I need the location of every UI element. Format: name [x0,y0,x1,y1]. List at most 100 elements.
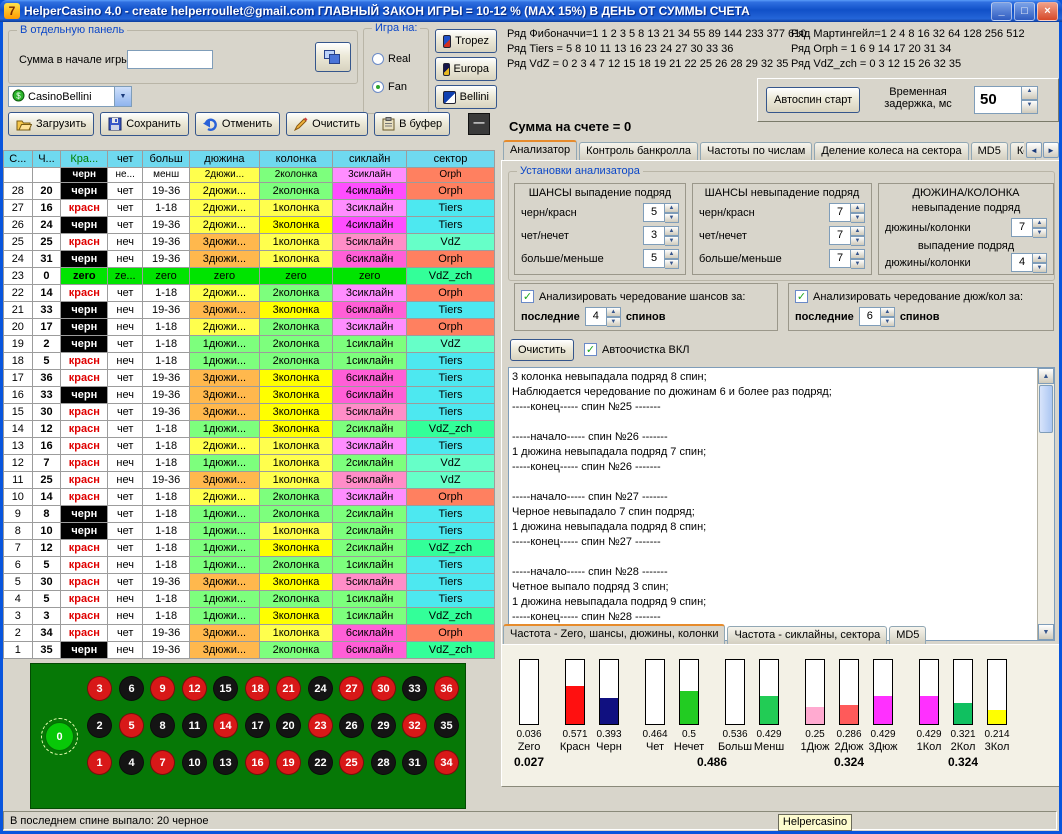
spinner-up-icon[interactable]: ▲ [665,249,679,259]
spinner-up-icon[interactable]: ▲ [1033,253,1047,263]
roulette-number-18[interactable]: 18 [245,676,270,701]
spinner-down-icon[interactable]: ▼ [881,317,895,327]
roulette-number-23[interactable]: 23 [308,713,333,738]
roulette-number-14[interactable]: 14 [213,713,238,738]
Очистить-button[interactable]: Очистить [286,112,368,136]
spinner-up-icon[interactable]: ▲ [851,203,865,213]
roulette-number-20[interactable]: 20 [276,713,301,738]
roulette-number-25[interactable]: 25 [339,750,364,775]
roulette-number-33[interactable]: 33 [402,676,427,701]
roulette-number-27[interactable]: 27 [339,676,364,701]
spinner-value[interactable]: 4 [585,307,607,326]
close-button[interactable]: × [1037,2,1058,21]
spinner-down-icon[interactable]: ▼ [851,213,865,223]
casino-select[interactable]: $ CasinoBellini ▼ [8,86,132,107]
roulette-number-34[interactable]: 34 [434,750,459,775]
roulette-number-17[interactable]: 17 [245,713,270,738]
roulette-number-36[interactable]: 36 [434,676,459,701]
spinner-up-icon[interactable]: ▲ [851,226,865,236]
spinner-down-icon[interactable]: ▼ [851,259,865,269]
roulette-number-13[interactable]: 13 [213,750,238,775]
spinner-value[interactable]: 7 [829,226,851,245]
spinner-down-icon[interactable]: ▼ [607,317,621,327]
minimize-button[interactable]: _ [991,2,1012,21]
casino-button-Bellini[interactable]: Bellini [435,85,497,109]
radio-real-icon[interactable] [372,53,384,65]
tab-MD5[interactable]: MD5 [971,142,1008,160]
spinner-down-icon[interactable]: ▼ [851,236,865,246]
tab-Частоты по числам[interactable]: Частоты по числам [700,142,812,160]
roulette-number-19[interactable]: 19 [276,750,301,775]
scrollbar-thumb[interactable] [1039,385,1053,433]
radio-fan-icon[interactable] [372,81,384,93]
analyzer-setting-spinner[interactable]: 3▲▼ [643,226,679,245]
spinner-up-icon[interactable]: ▲ [1022,86,1038,100]
maximize-button[interactable]: □ [1014,2,1035,21]
Сохранить-button[interactable]: Сохранить [100,112,189,136]
analyzer-setting-spinner[interactable]: 5▲▼ [643,249,679,268]
collapse-button[interactable]: — [468,113,490,135]
analyzer-setting-spinner[interactable]: 7▲▼ [829,249,865,268]
autospin-start-button[interactable]: Автоспин старт [766,87,860,113]
roulette-number-32[interactable]: 32 [402,713,427,738]
spinner-up-icon[interactable]: ▲ [1033,218,1047,228]
roulette-number-31[interactable]: 31 [402,750,427,775]
tab-Деление колеса на сектора[interactable]: Деление колеса на сектора [814,142,968,160]
taskbar-label[interactable]: Helpercasino [778,814,852,831]
start-sum-input[interactable] [127,50,213,69]
spinner-down-icon[interactable]: ▼ [1022,100,1038,114]
autoclear-checkbox[interactable]: ✓ [584,343,597,356]
spinner-up-icon[interactable]: ▲ [881,307,895,317]
radio-fan[interactable]: Fan [372,81,407,93]
spinner-value[interactable]: 5 [643,203,665,222]
roulette-number-4[interactable]: 4 [119,750,144,775]
last-spins-spinner-2[interactable]: 6▲▼ [859,307,895,326]
dozen-hit-spinner[interactable]: 4▲▼ [1011,253,1047,272]
roulette-number-6[interactable]: 6 [119,676,144,701]
spinner-down-icon[interactable]: ▼ [665,213,679,223]
roulette-number-1[interactable]: 1 [87,750,112,775]
roulette-number-21[interactable]: 21 [276,676,301,701]
tab-MD5[interactable]: MD5 [889,626,926,644]
roulette-number-22[interactable]: 22 [308,750,333,775]
spinner-value[interactable]: 7 [829,249,851,268]
detach-panel-button[interactable] [315,42,351,72]
roulette-number-0[interactable]: 0 [45,722,74,751]
analyzer-clear-button[interactable]: Очистить [510,339,574,361]
casino-button-Europa[interactable]: Europa [435,57,497,81]
roulette-number-9[interactable]: 9 [150,676,175,701]
tab-scroll-left-icon[interactable]: ◄ [1026,142,1042,158]
spinner-up-icon[interactable]: ▲ [665,226,679,236]
roulette-number-7[interactable]: 7 [150,750,175,775]
roulette-number-2[interactable]: 2 [87,713,112,738]
roulette-number-35[interactable]: 35 [434,713,459,738]
roulette-number-30[interactable]: 30 [371,676,396,701]
roulette-number-10[interactable]: 10 [182,750,207,775]
scroll-up-icon[interactable]: ▲ [1038,368,1054,384]
tab-Частота - сиклайны, сектора[interactable]: Частота - сиклайны, сектора [727,626,887,644]
roulette-number-15[interactable]: 15 [213,676,238,701]
spinner-down-icon[interactable]: ▼ [665,259,679,269]
spinner-down-icon[interactable]: ▼ [1033,263,1047,273]
В буфер-button[interactable]: В буфер [374,112,450,136]
delay-spinner[interactable]: 50▲▼ [974,86,1038,114]
roulette-number-11[interactable]: 11 [182,713,207,738]
Отменить-button[interactable]: Отменить [195,112,280,136]
roulette-number-16[interactable]: 16 [245,750,270,775]
roulette-number-8[interactable]: 8 [150,713,175,738]
log-scrollbar[interactable]: ▲ ▼ [1037,368,1054,640]
spinner-down-icon[interactable]: ▼ [1033,228,1047,238]
analyzer-setting-spinner[interactable]: 7▲▼ [829,226,865,245]
roulette-number-3[interactable]: 3 [87,676,112,701]
spinner-value[interactable]: 4 [1011,253,1033,272]
roulette-number-28[interactable]: 28 [371,750,396,775]
radio-real[interactable]: Real [372,53,411,65]
dozen-miss-spinner[interactable]: 7▲▼ [1011,218,1047,237]
roulette-number-12[interactable]: 12 [182,676,207,701]
spinner-value[interactable]: 5 [643,249,665,268]
spinner-down-icon[interactable]: ▼ [665,236,679,246]
combo-dropdown-icon[interactable]: ▼ [114,87,131,106]
spinner-value[interactable]: 7 [829,203,851,222]
last-spins-spinner-1[interactable]: 4▲▼ [585,307,621,326]
roulette-number-29[interactable]: 29 [371,713,396,738]
